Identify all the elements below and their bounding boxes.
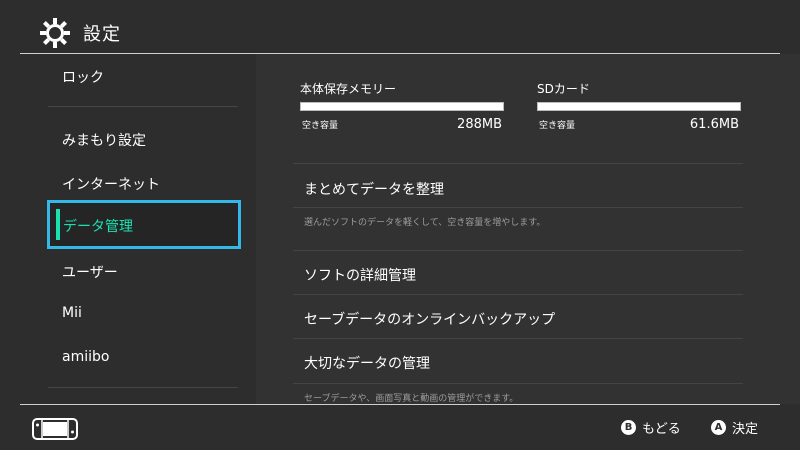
header: 設定 bbox=[0, 0, 800, 54]
sidebar-item-label: データ管理 bbox=[63, 219, 133, 235]
menu-item-software-details[interactable]: ソフトの詳細管理 bbox=[304, 265, 416, 285]
back-button[interactable]: B もどる bbox=[621, 418, 681, 437]
confirm-label: 決定 bbox=[732, 422, 759, 437]
menu-item-cloud-backup[interactable]: セーブデータのオンラインバックアップ bbox=[304, 309, 555, 329]
menu-divider bbox=[293, 207, 743, 208]
selection-indicator bbox=[56, 209, 60, 240]
footer: B もどる A 決定 bbox=[0, 404, 800, 450]
free-space-label: 空き容量 bbox=[539, 121, 576, 131]
sidebar-item-users[interactable]: ユーザー bbox=[62, 262, 118, 282]
sidebar-divider bbox=[48, 387, 238, 388]
sd-card-storage: SDカード bbox=[537, 80, 741, 111]
footer-divider bbox=[20, 404, 780, 405]
internal-storage-label: 本体保存メモリー bbox=[300, 82, 397, 96]
menu-divider bbox=[293, 383, 743, 384]
a-button-icon: A bbox=[711, 420, 726, 435]
menu-item-description: 選んだソフトのデータを軽くして、空き容量を増やします。 bbox=[304, 218, 546, 228]
free-space-label: 空き容量 bbox=[302, 121, 339, 131]
menu-item-description: セーブデータや、画面写真と動画の管理ができます。 bbox=[304, 394, 519, 404]
internal-storage-bar bbox=[300, 102, 504, 111]
menu-divider bbox=[293, 250, 743, 251]
main-panel: 本体保存メモリー 空き容量 288MB SDカード 空き容量 61.6MB まと… bbox=[256, 54, 800, 404]
menu-item-bulk-cleanup[interactable]: まとめてデータを整理 bbox=[304, 179, 444, 199]
sd-card-label: SDカード bbox=[537, 82, 590, 96]
confirm-button[interactable]: A 決定 bbox=[711, 418, 758, 437]
sidebar-divider bbox=[48, 106, 238, 107]
internal-storage: 本体保存メモリー bbox=[300, 80, 504, 111]
menu-item-important-data[interactable]: 大切なデータの管理 bbox=[304, 353, 430, 373]
menu-divider bbox=[293, 163, 743, 164]
console-icon bbox=[32, 418, 78, 440]
sidebar-item-parental-controls[interactable]: みまもり設定 bbox=[62, 130, 146, 150]
sidebar-item-amiibo[interactable]: amiibo bbox=[62, 349, 109, 365]
gear-icon bbox=[40, 18, 70, 48]
b-button-icon: B bbox=[621, 420, 636, 435]
free-space-value: 288MB bbox=[457, 117, 502, 132]
sidebar-item-data-management[interactable]: データ管理 bbox=[47, 200, 241, 249]
sidebar: ロック みまもり設定 インターネット データ管理 ユーザー Mii amiibo bbox=[0, 54, 256, 404]
free-space-value: 61.6MB bbox=[689, 117, 739, 132]
menu-divider bbox=[293, 294, 743, 295]
back-label: もどる bbox=[642, 422, 681, 437]
sidebar-item-lock[interactable]: ロック bbox=[62, 67, 104, 87]
sd-free-row: 空き容量 61.6MB bbox=[539, 117, 739, 132]
menu-divider bbox=[293, 338, 743, 339]
sidebar-item-internet[interactable]: インターネット bbox=[62, 174, 160, 194]
page-title: 設定 bbox=[83, 24, 121, 45]
sd-card-bar bbox=[537, 102, 741, 111]
sidebar-item-mii[interactable]: Mii bbox=[62, 305, 82, 321]
internal-free-row: 空き容量 288MB bbox=[302, 117, 502, 132]
